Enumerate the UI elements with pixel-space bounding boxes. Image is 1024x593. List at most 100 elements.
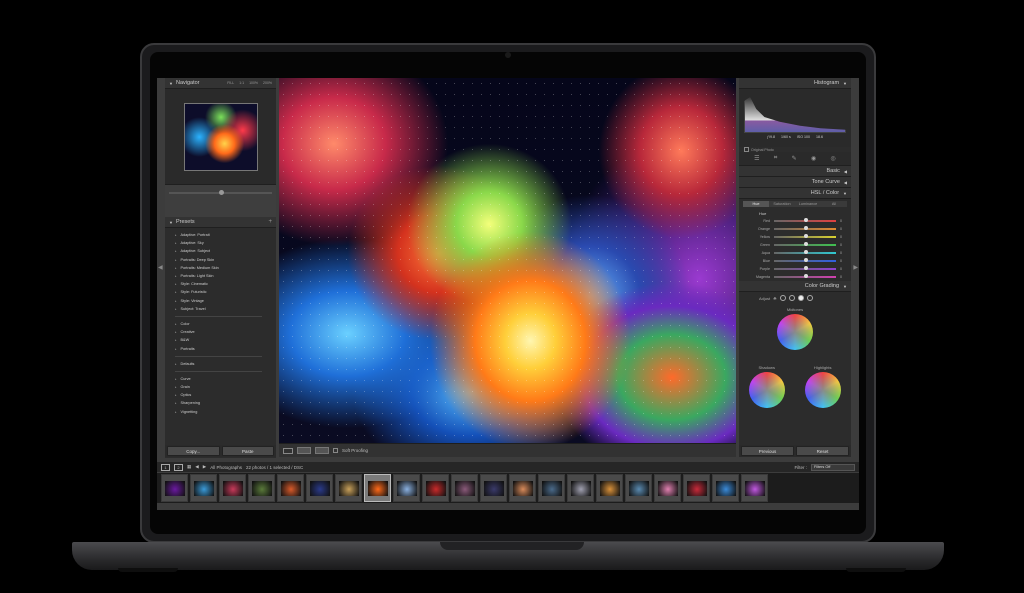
sliders-icon[interactable]: ☰ [754,155,759,162]
filmstrip-thumbnail[interactable] [625,474,652,502]
preset-item[interactable]: Portraits: Light Skin [175,272,276,280]
copy-button[interactable]: Copy... [167,446,220,456]
preset-item[interactable]: Adaptive: Sky [175,239,276,247]
preset-item[interactable]: Creative [175,328,276,336]
filmstrip-thumbnail[interactable] [306,474,333,502]
filmstrip-thumbnail[interactable] [422,474,449,502]
histogram-header[interactable]: Histogram ▼ [739,78,851,89]
source-label[interactable]: All Photographs [210,465,242,470]
navigator-header[interactable]: ▼ Navigator FILL 1:1 100% 200% [165,78,276,89]
filmstrip-thumbnail[interactable] [683,474,710,502]
reset-button[interactable]: Reset [796,446,849,456]
presets-header[interactable]: ▼ Presets + [165,217,276,228]
back-arrow-icon[interactable]: ◀ [195,464,198,470]
tab-hue[interactable]: Hue [743,201,769,207]
filter-select[interactable]: Filters Off [811,463,855,471]
slider-thumb[interactable] [803,258,808,263]
previous-button[interactable]: Previous [741,446,794,456]
compare-icon[interactable] [315,447,329,454]
hue-slider-track[interactable] [774,234,836,239]
filmstrip-thumbnail[interactable] [567,474,594,502]
original-photo-checkbox[interactable] [744,147,749,152]
redeye-icon[interactable]: ◉ [811,155,816,162]
hue-slider-track[interactable] [774,218,836,223]
filmstrip-thumbnail[interactable] [219,474,246,502]
forward-arrow-icon[interactable]: ▶ [203,464,206,470]
filmstrip-thumbnail[interactable] [335,474,362,502]
zoom-100[interactable]: 100% [249,81,258,85]
tab-saturation[interactable]: Saturation [769,201,795,207]
basic-header[interactable]: Basic ◀ [739,166,851,177]
hue-slider-track[interactable] [774,250,836,255]
tab-all[interactable]: All [821,201,847,207]
shadows-wheel[interactable] [749,372,785,408]
hsl-header[interactable]: HSL / Color ▼ [739,188,851,199]
slider-thumb[interactable] [219,190,224,195]
loupe-view-icon[interactable] [283,447,293,454]
filmstrip-thumbnail[interactable] [161,474,188,502]
preset-item[interactable]: Portraits [175,344,276,352]
filmstrip-thumbnail[interactable] [364,474,391,502]
filmstrip-thumbnail[interactable] [596,474,623,502]
grid-icon[interactable]: ▦ [187,464,191,470]
preset-item[interactable]: Style: Futuristic [175,288,276,296]
hue-slider-track[interactable] [774,266,836,271]
slider-thumb[interactable] [803,226,808,231]
filmstrip-thumbnail[interactable] [277,474,304,502]
soft-proofing-checkbox[interactable] [333,448,338,453]
color-grading-header[interactable]: Color Grading ▼ [739,281,851,292]
hue-slider-track[interactable] [774,258,836,263]
hue-slider-track[interactable] [774,274,836,279]
filmstrip-thumbnail[interactable] [190,474,217,502]
filmstrip-thumbnail[interactable] [451,474,478,502]
right-panel-toggle-icon[interactable]: ▶ [853,264,858,271]
preset-item[interactable]: Grain [175,383,276,391]
preset-item[interactable]: Adaptive: Portrait [175,231,276,239]
filmstrip-thumbnail[interactable] [654,474,681,502]
slider-thumb[interactable] [803,218,808,223]
left-panel-toggle-icon[interactable]: ◀ [158,264,163,271]
crop-icon[interactable]: ⌗ [774,155,777,162]
brush-icon[interactable]: ✎ [792,155,797,162]
slider-thumb[interactable] [803,274,808,279]
preset-item[interactable]: B&W [175,336,276,344]
navigator-thumbnail[interactable] [183,102,258,171]
zoom-200[interactable]: 200% [263,81,272,85]
three-way-icon[interactable]: ☘ [773,296,777,301]
navigator-preview[interactable] [165,89,276,185]
preset-item[interactable]: Portraits: Medium Skin [175,264,276,272]
tone-curve-header[interactable]: Tone Curve ◀ [739,177,851,188]
highlights-wheel[interactable] [805,372,841,408]
photo-count[interactable]: 22 photos / 1 selected / DSC [246,465,303,470]
filmstrip-thumbnail[interactable] [509,474,536,502]
hue-slider-track[interactable] [774,226,836,231]
second-window-icon[interactable]: 2 [174,463,183,471]
slider-thumb[interactable] [803,266,808,271]
global-wheel-icon[interactable] [806,295,813,301]
preset-item[interactable]: Adaptive: Subject [175,247,276,255]
add-preset-icon[interactable]: + [268,219,272,225]
tab-luminance[interactable]: Luminance [795,201,821,207]
preset-item[interactable]: Color [175,320,276,328]
preset-item[interactable]: Sharpening [175,399,276,407]
hue-slider-track[interactable] [774,242,836,247]
preset-item[interactable]: Curve [175,375,276,383]
midtones-wheel-icon[interactable] [788,295,795,301]
filmstrip-thumbnail[interactable] [480,474,507,502]
preset-item[interactable]: Optics [175,391,276,399]
preset-item[interactable]: Defaults [175,360,276,368]
filmstrip-thumbnail[interactable] [741,474,768,502]
preset-item[interactable]: Style: Vintage [175,297,276,305]
preset-item[interactable]: Style: Cinematic [175,280,276,288]
shadows-wheel-icon[interactable] [779,295,786,301]
main-window-icon[interactable]: 1 [161,463,170,471]
slider-thumb[interactable] [803,234,808,239]
paste-button[interactable]: Paste [221,446,274,456]
filmstrip-thumbnail[interactable] [538,474,565,502]
zoom-1-1[interactable]: 1:1 [239,81,244,85]
masking-icon[interactable]: ◎ [831,155,836,162]
main-photo[interactable] [279,78,736,443]
preset-item[interactable]: Subject: Travel [175,305,276,313]
midtones-wheel[interactable] [777,314,813,350]
preset-item[interactable]: Portraits: Deep Skin [175,256,276,264]
